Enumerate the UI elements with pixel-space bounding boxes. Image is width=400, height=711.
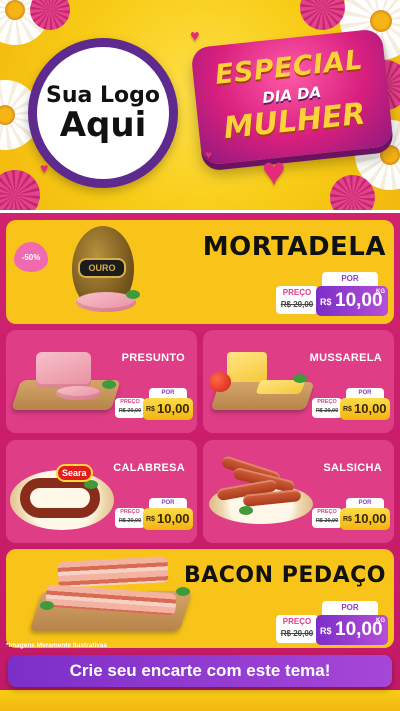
new-price: 10,00 — [157, 401, 190, 416]
price-tag: POR PREÇO R$ 20,00 R$ 10,00 — [312, 388, 390, 420]
currency: R$ — [146, 516, 155, 523]
herb-garnish — [176, 587, 190, 596]
new-price-box: R$ 10,00 — [143, 398, 193, 420]
product-card-mussarela[interactable]: MUSSARELA POR PREÇO R$ 20,00 R$ 10,00 — [203, 330, 394, 433]
old-price: R$ 20,00 — [280, 300, 314, 309]
womens-day-badge: ESPECIAL DIA DA MULHER — [190, 28, 394, 166]
daisy-center — [5, 0, 25, 20]
new-price-box: R$ 10,00 KG — [316, 286, 388, 316]
new-price: 10,00 — [157, 511, 190, 526]
price-tag: POR PREÇO R$ 20,00 R$ 10,00 — [312, 498, 390, 530]
pink-flower-icon — [300, 0, 345, 30]
product-card-salsicha[interactable]: SALSICHA POR PREÇO R$ 20,00 R$ 10,00 — [203, 440, 394, 543]
seara-brand-label: Seara — [56, 464, 93, 482]
herb-garnish — [102, 380, 116, 389]
old-price-tag: PREÇO R$ 20,00 — [115, 508, 145, 528]
preco-label: PREÇO — [120, 509, 140, 515]
mortadela-brand-label: OURO — [78, 258, 126, 278]
old-price-tag: PREÇO R$ 20,00 — [312, 398, 342, 418]
disclaimer-footnote: *Imagens Meramente Ilustrativas — [6, 642, 108, 649]
herb-garnish — [40, 601, 54, 610]
heart-icon: ♥ — [205, 148, 213, 162]
product-name: PRESUNTO — [121, 352, 185, 364]
heart-icon: ♥ — [190, 28, 200, 45]
store-logo-placeholder[interactable]: Sua Logo Aqui — [28, 38, 178, 188]
bottom-strip — [0, 690, 400, 711]
por-label: POR — [149, 388, 187, 398]
product-name: BACON PEDAÇO — [183, 563, 386, 588]
old-price-tag: PREÇO R$ 20,00 — [276, 286, 318, 314]
heart-icon: ♥ — [262, 150, 286, 194]
bacon-image — [57, 556, 169, 588]
product-name: CALABRESA — [113, 462, 185, 474]
preco-label: PREÇO — [317, 399, 337, 405]
new-price: 10,00 — [354, 401, 387, 416]
price-tag: POR PREÇO R$ 20,00 R$ 10,00 — [115, 498, 193, 530]
currency: R$ — [343, 406, 352, 413]
product-card-presunto[interactable]: PRESUNTO POR PREÇO R$ 20,00 R$ 10,00 — [6, 330, 197, 433]
old-price: R$ 20,00 — [315, 518, 339, 524]
presunto-image — [36, 352, 91, 388]
price-tag: POR PREÇO R$ 20,00 R$ 10,00 KG — [276, 601, 388, 647]
daisy-center — [370, 10, 392, 32]
logo-line-2: Aqui — [59, 104, 147, 145]
daisy-center — [380, 145, 400, 165]
preco-label: PREÇO — [282, 617, 312, 626]
por-label: POR — [322, 601, 378, 615]
product-card-calabresa[interactable]: Seara CALABRESA POR PREÇO R$ 20,00 R$ 10… — [6, 440, 197, 543]
old-price-tag: PREÇO R$ 20,00 — [312, 508, 342, 528]
new-price-box: R$ 10,00 — [340, 508, 390, 530]
logo-line-1: Sua Logo — [45, 82, 160, 108]
new-price-box: R$ 10,00 — [143, 508, 193, 530]
new-price: 10,00 — [354, 511, 387, 526]
old-price: R$ 20,00 — [118, 408, 142, 414]
currency: R$ — [320, 626, 332, 636]
herb-garnish — [126, 290, 140, 299]
herb-garnish — [293, 374, 307, 383]
product-card-mortadela[interactable]: -50% OURO MORTADELA POR PREÇO R$ 20,00 R… — [6, 220, 394, 324]
product-name: SALSICHA — [323, 462, 382, 474]
new-price-box: R$ 10,00 KG — [316, 615, 388, 645]
currency: R$ — [146, 406, 155, 413]
new-price-box: R$ 10,00 — [340, 398, 390, 420]
old-price: R$ 20,00 — [280, 629, 314, 638]
preco-label: PREÇO — [317, 509, 337, 515]
old-price: R$ 20,00 — [118, 518, 142, 524]
price-tag: POR PREÇO R$ 20,00 R$ 10,00 — [115, 388, 193, 420]
por-label: POR — [346, 498, 384, 508]
heart-icon: ♥ — [40, 160, 49, 176]
tomato-garnish — [209, 372, 231, 392]
old-price-tag: PREÇO R$ 20,00 — [276, 615, 318, 643]
currency: R$ — [320, 297, 332, 307]
pink-flower-icon — [0, 170, 40, 210]
preco-label: PREÇO — [120, 399, 140, 405]
herb-garnish — [239, 506, 253, 515]
unit-label: KG — [376, 289, 385, 295]
create-flyer-button[interactable]: Crie seu encarte com este tema! — [8, 655, 392, 687]
price-tag: POR PREÇO R$ 20,00 R$ 10,00 KG — [276, 272, 388, 318]
unit-label: KG — [376, 618, 385, 624]
preco-label: PREÇO — [282, 288, 312, 297]
product-name: MUSSARELA — [309, 352, 382, 364]
mussarela-image — [227, 352, 267, 382]
presunto-slices — [56, 386, 101, 400]
currency: R$ — [343, 516, 352, 523]
header-banner: Sua Logo Aqui ESPECIAL DIA DA MULHER ♥ ♥… — [0, 0, 400, 210]
por-label: POR — [346, 388, 384, 398]
old-price: R$ 20,00 — [315, 408, 339, 414]
old-price-tag: PREÇO R$ 20,00 — [115, 398, 145, 418]
product-name: MORTADELA — [202, 232, 386, 262]
por-label: POR — [149, 498, 187, 508]
por-label: POR — [322, 272, 378, 286]
discount-badge: -50% — [14, 242, 48, 272]
product-card-bacon[interactable]: BACON PEDAÇO POR PREÇO R$ 20,00 R$ 10,00… — [6, 549, 394, 648]
